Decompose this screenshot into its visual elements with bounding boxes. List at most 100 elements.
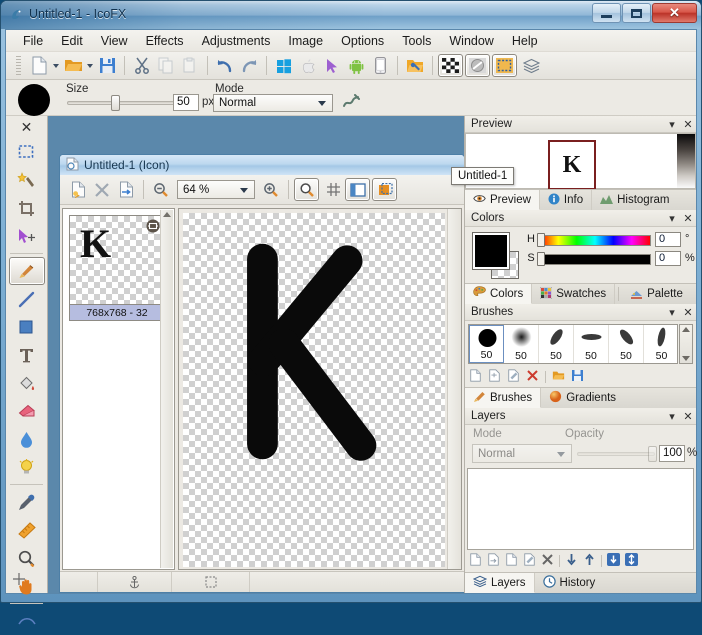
chevron-down-icon[interactable]: ▾ <box>664 410 680 423</box>
close-icon[interactable]: ✕ <box>680 306 696 319</box>
move-layer-up-button[interactable] <box>583 553 596 569</box>
save-brushes-button[interactable] <box>571 369 584 385</box>
resource-editor-button[interactable] <box>403 54 427 78</box>
duplicate-layer-button[interactable] <box>487 553 500 569</box>
layer-properties-button[interactable] <box>523 553 536 569</box>
image-thumbnail[interactable]: K 768x768 - 32 <box>69 215 165 321</box>
tool-gradient[interactable] <box>9 607 45 635</box>
toggle-zoom-preview[interactable] <box>294 178 319 201</box>
chevron-down-icon[interactable]: ▾ <box>664 118 680 131</box>
save-document-button[interactable] <box>95 54 119 78</box>
delete-layer-button[interactable] <box>541 553 554 569</box>
tool-paintbrush[interactable] <box>8 257 45 285</box>
canvas-pane[interactable] <box>178 208 462 570</box>
tool-text[interactable] <box>9 341 45 369</box>
tool-line[interactable] <box>9 285 45 313</box>
paste-button[interactable] <box>178 54 202 78</box>
zoom-in-button[interactable] <box>259 178 283 202</box>
new-layer-button[interactable] <box>469 553 482 569</box>
maximize-button[interactable] <box>622 3 651 23</box>
scroll-up-arrow-icon[interactable] <box>163 212 171 217</box>
saturation-slider[interactable] <box>539 254 651 265</box>
undo-button[interactable] <box>213 54 237 78</box>
copy-layer-button[interactable] <box>505 553 518 569</box>
tool-magic-wand[interactable] <box>9 166 45 194</box>
new-document-dropdown[interactable] <box>51 54 61 78</box>
hue-input[interactable]: 0 <box>655 232 681 247</box>
tab-histogram[interactable]: Histogram <box>592 190 677 210</box>
tool-color-picker[interactable] <box>9 488 45 516</box>
toggle-overlay[interactable] <box>465 54 490 77</box>
menu-edit[interactable]: Edit <box>52 31 92 51</box>
scroll-down-arrow-icon[interactable] <box>682 356 690 361</box>
tool-move[interactable] <box>9 222 45 250</box>
android-icon-button[interactable] <box>344 54 368 78</box>
toolbar-grip[interactable] <box>16 55 21 76</box>
brush-item[interactable]: 50 <box>574 325 609 363</box>
close-button[interactable]: ✕ <box>652 3 697 23</box>
menu-help[interactable]: Help <box>503 31 547 51</box>
hue-slider[interactable] <box>539 235 651 246</box>
move-layer-down-button[interactable] <box>565 553 578 569</box>
saturation-input[interactable]: 0 <box>655 251 681 266</box>
minimize-button[interactable] <box>592 3 621 23</box>
size-slider-track[interactable] <box>67 101 177 105</box>
tab-brushes[interactable]: Brushes <box>465 388 542 408</box>
opacity-slider-track[interactable] <box>577 452 655 456</box>
toggle-side-panel[interactable] <box>345 178 370 201</box>
mobile-icon-button[interactable] <box>368 54 392 78</box>
scroll-up-arrow-icon[interactable] <box>682 327 690 332</box>
tool-shape[interactable] <box>9 313 45 341</box>
layer-list[interactable] <box>467 468 694 550</box>
brush-item[interactable]: 50 <box>469 325 504 363</box>
menu-options[interactable]: Options <box>332 31 393 51</box>
open-document-dropdown[interactable] <box>85 54 95 78</box>
layer-blend-mode-select[interactable]: Normal <box>472 444 572 463</box>
close-icon[interactable]: ✕ <box>680 212 696 225</box>
tool-blur[interactable] <box>9 425 45 453</box>
menu-image[interactable]: Image <box>279 31 332 51</box>
saturation-slider-thumb[interactable] <box>537 252 545 266</box>
tool-eraser[interactable] <box>9 397 45 425</box>
menu-effects[interactable]: Effects <box>137 31 193 51</box>
brush-item[interactable]: 50 <box>539 325 574 363</box>
canvas-vertical-scrollbar[interactable] <box>447 209 461 569</box>
chevron-down-icon[interactable]: ▾ <box>664 212 680 225</box>
brush-preview-swatch[interactable] <box>18 84 50 116</box>
brush-item[interactable]: 50 <box>609 325 644 363</box>
tool-measure[interactable] <box>9 516 45 544</box>
cut-button[interactable] <box>130 54 154 78</box>
tab-layers[interactable]: Layers <box>465 573 535 593</box>
chevron-down-icon[interactable]: ▾ <box>664 306 680 319</box>
opacity-slider-thumb[interactable] <box>648 446 657 462</box>
tab-preview[interactable]: Preview <box>465 190 540 210</box>
menu-tools[interactable]: Tools <box>393 31 440 51</box>
macos-icon-button[interactable] <box>296 54 320 78</box>
brush-settings-icon[interactable] <box>342 94 360 113</box>
toggle-selection-view[interactable] <box>492 54 517 77</box>
tool-rectangle-select[interactable] <box>9 138 45 166</box>
tab-colors[interactable]: Colors <box>465 284 533 304</box>
edit-brush-button[interactable] <box>507 369 520 385</box>
new-image-button[interactable] <box>66 178 90 202</box>
flatten-button[interactable] <box>625 553 638 569</box>
brush-list-scrollbar[interactable] <box>679 324 693 364</box>
canvas-checkerboard[interactable] <box>183 213 445 567</box>
opacity-input[interactable]: 100 <box>659 445 685 462</box>
load-brushes-button[interactable] <box>552 369 565 385</box>
tab-info[interactable]: Info <box>540 190 593 210</box>
menu-view[interactable]: View <box>92 31 137 51</box>
foreground-color-swatch[interactable] <box>472 232 510 270</box>
brush-list[interactable]: 50 50 50 50 50 50 <box>468 324 678 364</box>
tool-crop[interactable] <box>9 194 45 222</box>
image-list-scrollbar[interactable] <box>160 210 173 568</box>
close-icon[interactable]: ✕ <box>680 410 696 423</box>
export-image-button[interactable] <box>114 178 138 202</box>
new-brush-button[interactable] <box>469 369 482 385</box>
size-slider-thumb[interactable] <box>111 95 120 111</box>
delete-brush-button[interactable] <box>526 369 539 385</box>
menu-window[interactable]: Window <box>440 31 502 51</box>
cursor-icon-button[interactable] <box>320 54 344 78</box>
menu-file[interactable]: File <box>14 31 52 51</box>
tool-palette-close-button[interactable]: ✕ <box>6 116 47 138</box>
